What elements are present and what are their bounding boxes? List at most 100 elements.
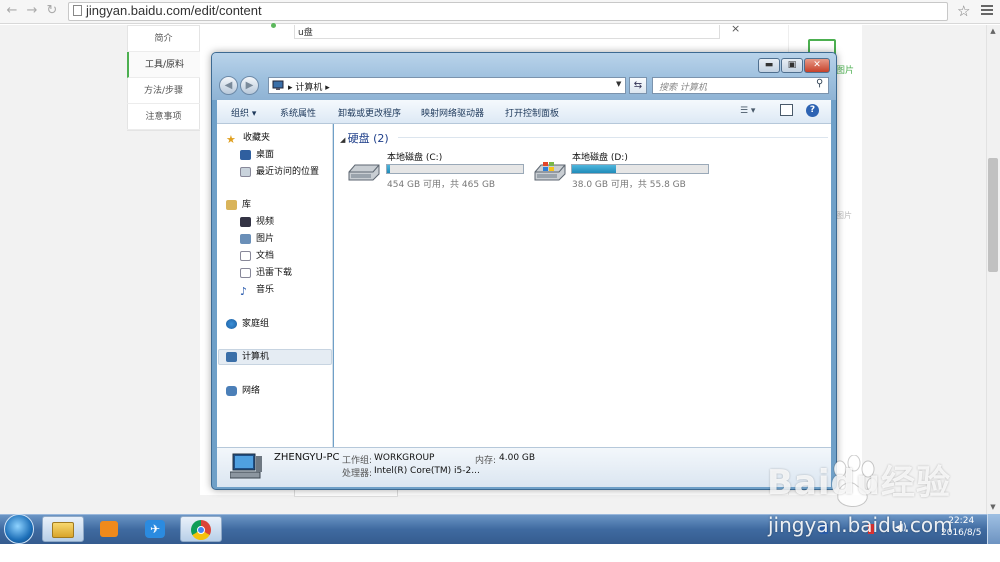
reload-icon[interactable]: ↻ [44, 3, 60, 19]
group-header-label: 硬盘 (2) [347, 132, 389, 145]
scroll-up-icon[interactable]: ▲ [988, 27, 998, 35]
workgroup-label: 工作组: [342, 456, 373, 466]
back-arrow-icon[interactable]: ← [4, 3, 20, 19]
cpu-label: 处理器: [342, 469, 373, 479]
collapse-arrow-icon[interactable]: ◢ [340, 136, 348, 144]
taskbar-media-button[interactable] [88, 516, 130, 542]
taskbar-bird-app-button[interactable]: ✈ [134, 516, 176, 542]
nav-desktop-label: 桌面 [256, 150, 275, 160]
url-text[interactable]: jingyan.baidu.com/edit/content [86, 3, 262, 19]
bird-app-icon: ✈ [145, 520, 165, 538]
view-options-icon[interactable]: ☰ ▾ [740, 106, 755, 116]
scroll-thumb[interactable] [988, 158, 998, 272]
sidebar-item-intro[interactable]: 简介 [127, 26, 200, 52]
drive-d-usage-bar [571, 164, 709, 174]
explorer-forward-button[interactable]: ▶ [240, 76, 259, 95]
folder-icon [52, 522, 74, 538]
memory-value: 4.00 GB [499, 453, 536, 463]
drive-d-name[interactable]: 本地磁盘 (D:) [572, 150, 628, 163]
sidebar-item-tools[interactable]: 工具/原料 [127, 52, 200, 78]
image-upload-label[interactable]: 图片 [836, 63, 854, 76]
breadcrumb-computer[interactable]: 计算机 [295, 83, 322, 93]
nav-libraries[interactable]: 库 [226, 198, 251, 212]
drive-c-name[interactable]: 本地磁盘 (C:) [387, 150, 442, 163]
address-dropdown-icon[interactable]: ▼ [616, 80, 621, 88]
search-placeholder: 搜索 计算机 [659, 83, 707, 93]
open-control-panel-button[interactable]: 打开控制面板 [505, 106, 559, 119]
recent-places-icon [240, 166, 251, 177]
close-window-button[interactable]: ✕ [804, 58, 830, 73]
nav-favorites-label: 收藏夹 [243, 133, 271, 143]
drive-c-info: 454 GB 可用，共 465 GB [387, 180, 496, 190]
tool-input-field[interactable] [294, 25, 720, 39]
media-player-icon [100, 521, 118, 537]
nav-thunder[interactable]: 迅雷下载 [240, 266, 292, 280]
nav-network[interactable]: 网络 [226, 384, 260, 398]
search-icon[interactable]: ⚲ [816, 78, 823, 89]
computer-large-icon [230, 453, 262, 479]
uninstall-program-button[interactable]: 卸载或更改程序 [338, 106, 401, 119]
map-network-drive-button[interactable]: 映射网络驱动器 [421, 106, 484, 119]
nav-documents-label: 文档 [256, 251, 275, 261]
maximize-button[interactable]: ▣ [781, 58, 803, 73]
taskbar-explorer-button[interactable] [42, 516, 84, 542]
sidebar-item-steps[interactable]: 方法/步骤 [127, 78, 200, 104]
forward-arrow-icon[interactable]: → [24, 3, 40, 19]
nav-libraries-label: 库 [242, 200, 252, 210]
pc-name: ZHENGYU-PC [274, 452, 340, 463]
nav-network-label: 网络 [242, 386, 261, 396]
bottom-strip [0, 544, 1000, 562]
breadcrumb-next-arrow-icon[interactable]: ▸ [322, 83, 330, 93]
chrome-icon [191, 520, 211, 540]
taskbar-chrome-button[interactable] [180, 516, 222, 542]
status-dot-icon [271, 23, 276, 28]
start-button[interactable] [4, 514, 34, 544]
nav-homegroup[interactable]: 家庭组 [226, 317, 269, 331]
drive-d-info: 38.0 GB 可用，共 55.8 GB [572, 180, 686, 190]
show-desktop-button[interactable] [987, 514, 1000, 544]
preview-pane-icon[interactable] [780, 104, 793, 116]
nav-documents[interactable]: 文档 [240, 249, 274, 263]
image-label-faded: 图片 [836, 211, 852, 220]
hard-drive-windows-icon [534, 162, 566, 181]
group-header[interactable]: ◢ 硬盘 (2) [340, 130, 389, 146]
nav-videos[interactable]: 视频 [240, 215, 274, 229]
drive-c-usage-fill [387, 165, 391, 173]
desktop-icon [240, 149, 251, 160]
video-icon [240, 216, 251, 227]
nav-desktop[interactable]: 桌面 [240, 148, 274, 162]
tool-input-value: u盘 [298, 28, 313, 38]
bookmark-star-icon[interactable]: ☆ [957, 2, 970, 20]
browser-menu-icon[interactable] [981, 5, 993, 17]
network-icon [226, 385, 237, 396]
nav-thunder-label: 迅雷下载 [256, 268, 293, 278]
nav-pictures[interactable]: 图片 [240, 232, 274, 246]
nav-computer-label: 计算机 [242, 352, 270, 362]
pictures-icon [240, 233, 251, 244]
explorer-back-button[interactable]: ◀ [219, 76, 238, 95]
music-note-icon: ♪ [240, 284, 248, 298]
workgroup-value: WORKGROUP [374, 453, 435, 463]
hard-drive-icon [348, 164, 380, 181]
nav-videos-label: 视频 [256, 217, 275, 227]
nav-recent-label: 最近访问的位置 [256, 167, 320, 177]
nav-homegroup-label: 家庭组 [242, 319, 270, 329]
nav-music-label: 音乐 [256, 285, 275, 295]
drive-d-usage-fill [572, 165, 616, 173]
refresh-button[interactable]: ⇆ [629, 77, 647, 94]
close-icon[interactable]: × [731, 22, 740, 35]
computer-small-icon [272, 80, 284, 90]
organize-menu[interactable]: 组织 ▾ [231, 106, 256, 119]
system-properties-button[interactable]: 系统属性 [280, 106, 316, 119]
nav-music[interactable]: ♪ 音乐 [240, 283, 275, 298]
page-icon [73, 5, 82, 16]
sidebar-item-notes[interactable]: 注意事项 [127, 104, 200, 130]
nav-favorites[interactable]: ★ 收藏夹 [226, 131, 271, 146]
help-icon[interactable]: ? [806, 104, 819, 117]
nav-computer[interactable]: 计算机 [226, 350, 269, 364]
minimize-button[interactable]: ▬ [758, 58, 780, 73]
group-divider [398, 137, 828, 138]
scroll-down-icon[interactable]: ▼ [988, 503, 998, 511]
watermark-site: jingyan.baidu.com [768, 513, 953, 537]
nav-recent[interactable]: 最近访问的位置 [240, 165, 319, 179]
